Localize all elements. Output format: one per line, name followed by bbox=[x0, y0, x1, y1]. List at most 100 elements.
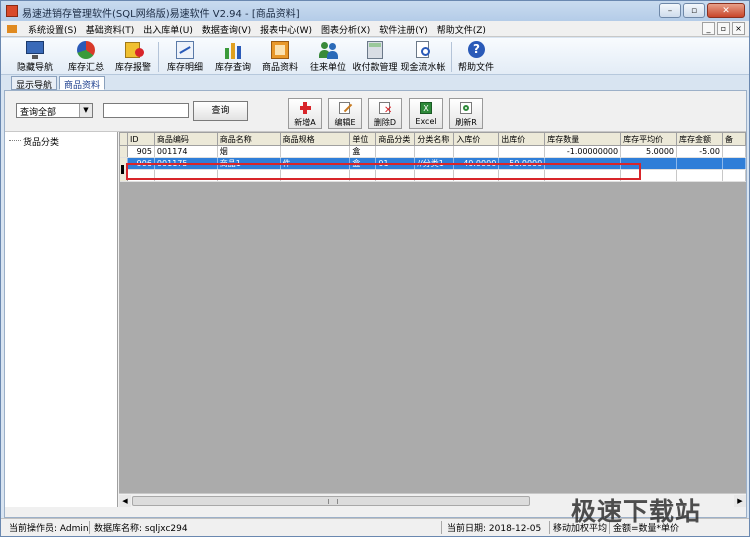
column-header-out-price[interactable]: 出库价 bbox=[498, 132, 546, 146]
search-input[interactable] bbox=[103, 103, 189, 118]
stock-query-label: 库存查询 bbox=[214, 63, 251, 73]
status-separator bbox=[441, 521, 442, 534]
query-button[interactable]: 查询 bbox=[193, 101, 248, 121]
grid-area: ID 商品编码 商品名称 商品规格 单位 商品分类 分类名称 入库价 出库价 库… bbox=[119, 132, 746, 493]
stock-query-button[interactable]: 库存查询 bbox=[213, 40, 253, 73]
query-scope-select[interactable]: 查询全部 ▼ bbox=[16, 103, 93, 118]
contacts-button[interactable]: 往来单位 bbox=[307, 40, 349, 73]
cash-ledger-button[interactable]: 现金流水帐 bbox=[400, 40, 446, 73]
column-header-category[interactable]: 商品分类 bbox=[375, 132, 416, 146]
excel-export-button[interactable]: X Excel bbox=[409, 98, 443, 129]
refresh-icon bbox=[458, 101, 474, 115]
column-header-stock-qty[interactable]: 库存数量 bbox=[544, 132, 622, 146]
column-header-unit[interactable]: 单位 bbox=[349, 132, 377, 146]
menu-logo-icon[interactable] bbox=[7, 25, 17, 33]
cell-out-price bbox=[498, 145, 546, 158]
menu-help-file[interactable]: 帮助文件(Z) bbox=[437, 23, 486, 36]
cell-id: 905 bbox=[127, 145, 155, 158]
cell-remark bbox=[722, 157, 746, 170]
column-header-category-name[interactable]: 分类名称 bbox=[414, 132, 455, 146]
calculator-icon bbox=[364, 40, 386, 59]
cell-unit: 盒 bbox=[349, 145, 377, 158]
cell-unit: 盒 bbox=[349, 157, 377, 170]
tab-strip: 显示导航 商品资料 bbox=[1, 76, 749, 91]
tree-root-item[interactable]: 货品分类 bbox=[23, 135, 59, 148]
scrollbar-thumb[interactable] bbox=[132, 496, 530, 506]
site-watermark: 极速下载站 bbox=[571, 497, 702, 526]
alarm-icon bbox=[122, 40, 144, 58]
column-header-code[interactable]: 商品编码 bbox=[153, 132, 218, 146]
table-row[interactable]: 905 001174 烟 盒 -1.00000000 5.0000 -5.00 bbox=[119, 145, 746, 158]
stock-summary-label: 库存汇总 bbox=[67, 63, 104, 73]
product-grid: ID 商品编码 商品名称 商品规格 单位 商品分类 分类名称 入库价 出库价 库… bbox=[119, 132, 746, 507]
cell-id: 906 bbox=[127, 157, 155, 170]
column-header-amount[interactable]: 库存金额 bbox=[676, 132, 723, 146]
column-header-in-price[interactable]: 入库价 bbox=[453, 132, 500, 146]
cell-empty bbox=[349, 169, 377, 182]
cell-empty bbox=[375, 169, 416, 182]
stock-alarm-button[interactable]: 库存报警 bbox=[113, 40, 153, 73]
cell-stock-qty: -1.00000000 bbox=[544, 145, 622, 158]
mdi-minimize-button[interactable]: _ bbox=[702, 22, 715, 35]
cell-category bbox=[375, 145, 416, 158]
chevron-down-icon[interactable]: ▼ bbox=[79, 104, 92, 117]
menu-data-query[interactable]: 数据查询(V) bbox=[202, 23, 251, 36]
menu-chart-analysis[interactable]: 图表分析(X) bbox=[321, 23, 370, 36]
cell-spec bbox=[280, 145, 351, 158]
scrollbar-grip bbox=[328, 499, 338, 504]
status-date: 当前日期: 2018-12-05 bbox=[447, 524, 542, 534]
refresh-label: 刷新R bbox=[455, 118, 477, 127]
cell-empty bbox=[217, 169, 281, 182]
hide-nav-button[interactable]: 隐藏导航 bbox=[15, 40, 55, 73]
edit-button[interactable]: 编辑E bbox=[328, 98, 362, 129]
cell-remark bbox=[722, 145, 746, 158]
table-row-selected[interactable]: 906 001175 商品1 件 盒 01 //分类1 40.0000 50.0… bbox=[119, 157, 746, 170]
menu-software-register[interactable]: 软件注册(Y) bbox=[379, 23, 428, 36]
cell-in-price: 40.0000 bbox=[453, 157, 500, 170]
add-button[interactable]: 新增A bbox=[288, 98, 322, 129]
menu-basic-data[interactable]: 基础资料(T) bbox=[86, 23, 135, 36]
menu-stock-orders[interactable]: 出入库单(U) bbox=[143, 23, 193, 36]
cell-category: 01 bbox=[375, 157, 416, 170]
menu-system-settings[interactable]: 系统设置(S) bbox=[28, 23, 77, 36]
help-icon: ? bbox=[465, 40, 487, 58]
column-header-id[interactable]: ID bbox=[126, 132, 155, 146]
cell-avg-price: 5.0000 bbox=[620, 145, 678, 158]
close-button[interactable]: ✕ bbox=[707, 3, 745, 18]
cell-name: 烟 bbox=[217, 145, 281, 158]
mdi-close-button[interactable]: × bbox=[732, 22, 745, 35]
status-operator: 当前操作员: Admin bbox=[9, 524, 89, 534]
restore-button[interactable]: ▫ bbox=[683, 3, 705, 18]
edit-label: 编辑E bbox=[334, 118, 356, 127]
cell-stock-qty bbox=[544, 157, 622, 170]
status-database: 数据库名称: sqljxc294 bbox=[94, 524, 188, 534]
refresh-button[interactable]: 刷新R bbox=[449, 98, 483, 129]
payment-mgmt-label: 收付款管理 bbox=[352, 63, 398, 73]
minimize-button[interactable]: – bbox=[659, 3, 681, 18]
stock-detail-button[interactable]: 库存明细 bbox=[165, 40, 205, 73]
column-header-name[interactable]: 商品名称 bbox=[216, 132, 281, 146]
scroll-left-icon[interactable]: ◀ bbox=[119, 495, 131, 507]
row-indicator[interactable] bbox=[119, 145, 128, 158]
column-header-spec[interactable]: 商品规格 bbox=[279, 132, 351, 146]
contacts-label: 往来单位 bbox=[309, 63, 346, 73]
mdi-controls: _ ▫ × bbox=[702, 22, 745, 35]
product-table: ID 商品编码 商品名称 商品规格 单位 商品分类 分类名称 入库价 出库价 库… bbox=[119, 132, 746, 182]
column-header-remark[interactable]: 备 bbox=[721, 132, 746, 146]
product-panel: 查询全部 ▼ 查询 新增A 编辑E ✕ 删除D X Excel 刷新R 货品分类… bbox=[4, 90, 747, 518]
payment-mgmt-button[interactable]: 收付款管理 bbox=[352, 40, 398, 73]
column-header-avg-price[interactable]: 库存平均价 bbox=[620, 132, 678, 146]
mdi-restore-button[interactable]: ▫ bbox=[717, 22, 730, 35]
cell-avg-price bbox=[620, 157, 678, 170]
help-file-button[interactable]: ? 帮助文件 bbox=[456, 40, 496, 73]
pie-chart-icon bbox=[75, 40, 97, 59]
tab-product-info[interactable]: 商品资料 bbox=[59, 76, 106, 91]
hide-nav-label: 隐藏导航 bbox=[16, 63, 53, 73]
product-info-button[interactable]: 商品资料 bbox=[260, 40, 300, 73]
menu-report-center[interactable]: 报表中心(W) bbox=[260, 23, 312, 36]
tab-show-nav[interactable]: 显示导航 bbox=[11, 76, 58, 91]
stock-summary-button[interactable]: 库存汇总 bbox=[66, 40, 106, 73]
delete-button[interactable]: ✕ 删除D bbox=[368, 98, 402, 129]
scroll-right-icon[interactable]: ▶ bbox=[734, 495, 746, 507]
cell-code: 001174 bbox=[154, 145, 218, 158]
